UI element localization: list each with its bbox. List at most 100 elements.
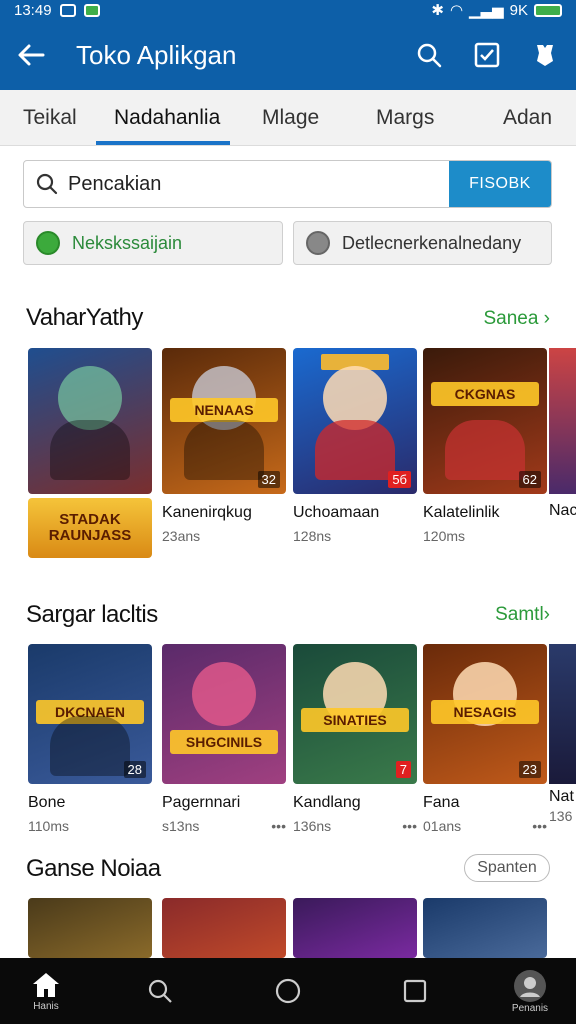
app-name: Kanenirqkug	[162, 504, 252, 521]
app-card[interactable]: 5б Uchoamaan 128ns	[293, 348, 417, 544]
app-thumbnail	[162, 898, 286, 958]
app-card[interactable]: SHGCINILS Pagernnari s13ns •••	[162, 644, 286, 834]
tab-label: Margs	[376, 106, 435, 129]
app-meta: 110ms	[28, 818, 152, 834]
banner-logo: STADAK RAUNJASS	[28, 498, 152, 558]
more-options-icon[interactable]: •••	[402, 818, 417, 834]
search-bar: FISOBK	[23, 160, 552, 208]
bottom-nav: Hanis Penanis	[0, 958, 576, 1024]
app-thumbnail	[293, 898, 417, 958]
app-thumbnail-partial[interactable]	[549, 644, 576, 784]
active-tab-indicator	[96, 141, 230, 145]
app-name: Kalatelinlik	[423, 504, 500, 521]
status-bar: 13:49 ✱ ◠ ▁▃▅ 9K	[0, 0, 576, 20]
app-card[interactable]: STADAK RAUNJASS	[28, 348, 152, 558]
search-button[interactable]	[414, 40, 444, 70]
app-thumbnail: DKCNAEN 28	[28, 644, 152, 784]
app-size: 128ns	[293, 528, 332, 544]
app-name-partial: Nac	[549, 502, 576, 519]
app-card[interactable]: CKGNAS 62 Kalatelinlik 120ms	[423, 348, 547, 544]
app-thumbnail: SINATIES 7	[293, 644, 417, 784]
tab-adan[interactable]: Adan	[503, 90, 552, 146]
tab-label: Teikal	[23, 106, 77, 129]
status-time: 13:49	[14, 1, 52, 19]
app-meta: 128ns	[293, 528, 417, 544]
battery-text: 9K	[509, 1, 528, 19]
tab-mlage[interactable]: Mlage	[262, 90, 319, 146]
signal-icon: ▁▃▅	[469, 2, 504, 19]
tab-margs[interactable]: Margs	[376, 90, 434, 146]
app-meta: 136ns •••	[293, 818, 417, 834]
hero-body	[50, 420, 130, 480]
section-title-3: Ganse Noiaa	[26, 855, 161, 882]
app-thumbnail: SHGCINILS	[162, 644, 286, 784]
tab-label: Mlage	[262, 106, 320, 129]
battery-icon	[534, 3, 562, 17]
nav-recents[interactable]	[375, 958, 455, 1024]
rating-badge: 7	[395, 761, 411, 778]
see-more-link-2[interactable]: Samtl›	[495, 604, 550, 626]
section-title-2: Sargar lacltis	[26, 601, 158, 628]
app-thumbnail: 5б	[293, 348, 417, 494]
app-name: Fana	[423, 794, 460, 811]
app-thumbnail	[28, 898, 152, 958]
app-card[interactable]: DKCNAEN 28 Bone 110ms	[28, 644, 152, 834]
app-card[interactable]: SINATIES 7 Kandlang 136ns •••	[293, 644, 417, 834]
checkbox-icon	[474, 42, 500, 68]
game-logo: CKGNAS	[431, 382, 539, 406]
app-name-partial: Nat	[549, 788, 574, 805]
app-card[interactable]	[423, 898, 547, 958]
app-meta: s13ns •••	[162, 818, 286, 834]
chip-label: Detlecnerkenalnedany	[342, 232, 522, 253]
game-logo: NENAAS	[170, 398, 278, 422]
rating-badge: 23	[518, 761, 541, 778]
nav-search[interactable]	[120, 958, 200, 1024]
app-card[interactable]	[28, 898, 152, 958]
filter-chip-1[interactable]: Nekskssaijain	[23, 221, 283, 265]
square-icon	[403, 979, 427, 1003]
notification-icon-2	[83, 3, 100, 17]
search-icon	[148, 979, 172, 1003]
app-card[interactable]	[162, 898, 286, 958]
app-thumbnail	[423, 898, 547, 958]
nav-profile[interactable]: Penanis	[490, 958, 570, 1024]
shield-button[interactable]	[530, 40, 560, 70]
tab-teikal[interactable]: Teikal	[23, 90, 77, 146]
nav-home-circle[interactable]	[248, 958, 328, 1024]
bluetooth-icon: ✱	[431, 2, 444, 19]
app-size: 136ns	[293, 818, 332, 834]
hero-body	[184, 420, 264, 480]
rating-badge: 32	[257, 471, 280, 488]
app-thumbnail: NESAGIS 23	[423, 644, 547, 784]
filter-chip-2[interactable]: Detlecnerkenalnedany	[293, 221, 552, 265]
app-thumbnail-partial[interactable]	[549, 348, 576, 494]
checklist-button[interactable]	[472, 40, 502, 70]
back-button[interactable]	[16, 40, 46, 70]
app-card[interactable]: NESAGIS 23 Fana 01ans •••	[423, 644, 547, 834]
more-options-icon[interactable]: •••	[532, 818, 547, 834]
nav-home[interactable]: Hanis	[6, 958, 86, 1024]
more-options-icon[interactable]: •••	[271, 818, 286, 834]
check-circle-icon	[36, 231, 60, 255]
tab-nadahanlia[interactable]: Nadahanlia	[114, 90, 220, 146]
rating-badge: 5б	[388, 471, 411, 488]
search-input[interactable]	[68, 172, 428, 196]
see-more-pill[interactable]: Spanten	[464, 854, 550, 882]
section-title-1: VaharYathy	[26, 304, 143, 331]
page-title: Toko Aplikgan	[76, 39, 237, 70]
app-size: 23ans	[162, 528, 201, 544]
hero-body	[315, 420, 395, 480]
app-card[interactable]: NENAAS 32 Kanenirqkug 23ans	[162, 348, 286, 544]
search-submit-button[interactable]: FISOBK	[449, 161, 551, 207]
game-logo: SINATIES	[301, 708, 409, 732]
app-thumbnail: CKGNAS 62	[423, 348, 547, 494]
nav-label: Hanis	[33, 1000, 59, 1012]
app-thumbnail: NENAAS 32	[162, 348, 286, 494]
tab-label: Nadahanlia	[114, 106, 221, 129]
app-size: s13ns	[162, 818, 200, 834]
rating-badge: 28	[123, 761, 146, 778]
tab-label: Adan	[503, 106, 553, 129]
see-more-link-1[interactable]: Sanea ›	[483, 308, 550, 330]
hero-body	[50, 716, 130, 776]
app-card[interactable]	[293, 898, 417, 958]
